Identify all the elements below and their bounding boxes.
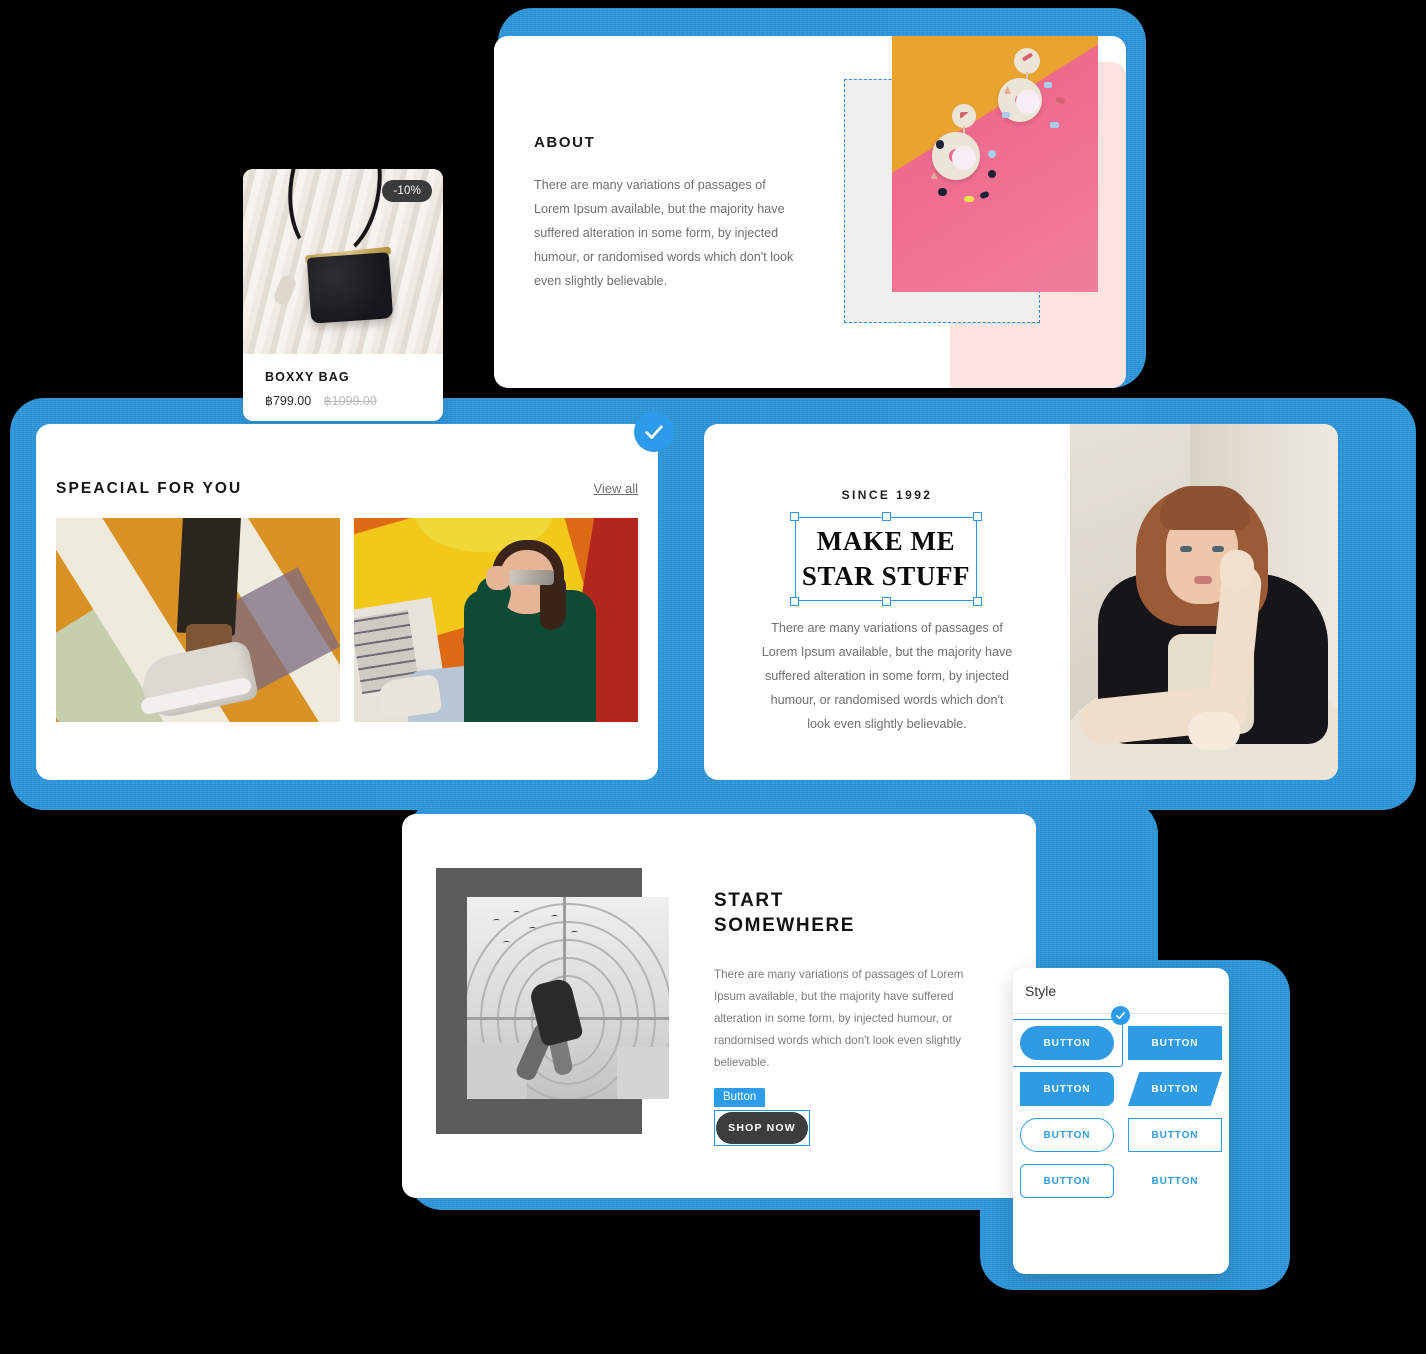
bird-icon bbox=[571, 931, 578, 934]
about-paragraph: There are many variations of passages of… bbox=[534, 178, 794, 288]
product-price: ฿799.00 bbox=[265, 394, 312, 408]
speck bbox=[1002, 112, 1010, 118]
start-title-line2: SOMEWHERE bbox=[714, 915, 856, 936]
star-text-column: SINCE 1992 MAKE ME STAR STUFF There are … bbox=[704, 424, 1070, 780]
special-card: SPEACIAL FOR YOU View all bbox=[36, 424, 658, 780]
earring-stud-bottom bbox=[952, 104, 976, 128]
start-paragraph: There are many variations of passages of… bbox=[714, 968, 964, 1069]
bag-body bbox=[306, 252, 394, 324]
star-title: MAKE ME STAR STUFF bbox=[795, 517, 977, 601]
style-swatch-label: BUTTON bbox=[1043, 1083, 1091, 1095]
star-paragraph: There are many variations of passages of… bbox=[761, 621, 1013, 731]
start-title: START SOMEWHERE bbox=[714, 888, 994, 938]
speck bbox=[938, 188, 947, 196]
style-swatch-outline-rect[interactable]: BUTTON bbox=[1128, 1118, 1222, 1152]
style-swatch-text-only[interactable]: BUTTON bbox=[1128, 1164, 1222, 1198]
composition-stage: ABOUT There are many variations of passa… bbox=[0, 0, 1426, 1354]
tunnel-wall bbox=[617, 1047, 669, 1099]
earring-pom-top bbox=[1016, 90, 1040, 114]
style-panel: Style BUTTON BUTTON BUTTON BUTTON BUTTON BUTT… bbox=[1013, 968, 1229, 1274]
style-swatch-filled-para[interactable]: BUTTON bbox=[1128, 1072, 1222, 1106]
resize-handle-top-right[interactable] bbox=[973, 512, 982, 521]
special-tile-model[interactable] bbox=[354, 518, 638, 722]
discount-badge: -10% bbox=[382, 180, 432, 202]
star-title-line1: MAKE ME bbox=[816, 526, 956, 556]
product-image: -10% bbox=[243, 169, 443, 354]
bag-charm bbox=[271, 273, 299, 307]
product-card[interactable]: -10% BOXXY BAG ฿799.00 ฿1099.00 bbox=[243, 169, 443, 421]
resize-handle-bottom-center[interactable] bbox=[881, 597, 891, 606]
earring-pom-bottom bbox=[952, 146, 976, 170]
style-swatch-label: BUTTON bbox=[1151, 1175, 1199, 1187]
product-price-original: ฿1099.00 bbox=[323, 394, 377, 408]
style-swatch-filled-slant[interactable]: BUTTON bbox=[1020, 1072, 1114, 1106]
style-swatch-label: BUTTON bbox=[1151, 1129, 1199, 1141]
shop-now-button[interactable]: SHOP NOW bbox=[716, 1112, 808, 1144]
special-image-grid bbox=[56, 518, 638, 722]
selected-check-badge[interactable] bbox=[634, 412, 674, 452]
style-swatch-outline-pill[interactable]: BUTTON bbox=[1020, 1118, 1114, 1152]
trouser-leg bbox=[176, 518, 242, 636]
star-title-line2: STAR STUFF bbox=[801, 561, 971, 591]
about-body: ABOUT There are many variations of passa… bbox=[534, 134, 794, 293]
special-tile-sneaker[interactable] bbox=[56, 518, 340, 722]
style-swatch-label: BUTTON bbox=[1043, 1037, 1091, 1049]
star-title-selection[interactable]: MAKE ME STAR STUFF bbox=[790, 512, 982, 606]
style-swatch-label: BUTTON bbox=[1043, 1175, 1091, 1187]
bird-icon bbox=[513, 911, 520, 914]
portrait-lips bbox=[1194, 576, 1212, 584]
start-somewhere-card: START SOMEWHERE There are many variation… bbox=[402, 814, 1036, 1198]
earrings-photo[interactable] bbox=[892, 36, 1098, 292]
bird-icon bbox=[493, 919, 500, 922]
resize-handle-bottom-right[interactable] bbox=[973, 597, 982, 606]
product-prices: ฿799.00 ฿1099.00 bbox=[265, 393, 421, 408]
about-heading: ABOUT bbox=[534, 134, 596, 151]
resize-handle-bottom-left[interactable] bbox=[790, 597, 799, 606]
product-info: BOXXY BAG ฿799.00 ฿1099.00 bbox=[243, 354, 443, 408]
style-swatch-outline-soft[interactable]: BUTTON bbox=[1020, 1164, 1114, 1198]
product-name: BOXXY BAG bbox=[265, 370, 350, 384]
about-artwork bbox=[844, 36, 1126, 388]
portrait-eye-right bbox=[1212, 546, 1224, 552]
bird-icon bbox=[529, 927, 536, 930]
portrait-hair-front bbox=[1160, 486, 1250, 530]
check-icon bbox=[645, 425, 663, 439]
view-all-link[interactable]: View all bbox=[593, 481, 638, 496]
style-swatch-label: BUTTON bbox=[1043, 1129, 1091, 1141]
model-hand bbox=[486, 566, 510, 590]
portrait-eye-left bbox=[1180, 546, 1192, 552]
bird-icon bbox=[503, 941, 510, 944]
speck bbox=[936, 140, 944, 149]
speck bbox=[988, 150, 996, 158]
earring-stud-top bbox=[1014, 48, 1040, 74]
start-title-line1: START bbox=[714, 890, 784, 911]
style-swatch-filled-rect[interactable]: BUTTON bbox=[1128, 1026, 1222, 1060]
speck bbox=[1050, 122, 1059, 128]
portrait-hand-lower bbox=[1188, 712, 1240, 750]
portrait-hand-upper bbox=[1220, 550, 1254, 590]
button-selection-outline[interactable]: SHOP NOW bbox=[714, 1110, 810, 1146]
style-swatch-filled-pill[interactable]: BUTTON bbox=[1013, 1006, 1130, 1067]
resize-handle-top-left[interactable] bbox=[790, 512, 799, 521]
tunnel-photo[interactable] bbox=[467, 897, 669, 1099]
about-card: ABOUT There are many variations of passa… bbox=[494, 36, 1126, 388]
style-swatch-label: BUTTON bbox=[1151, 1037, 1199, 1049]
special-header: SPEACIAL FOR YOU View all bbox=[56, 480, 638, 498]
resize-handle-top-center[interactable] bbox=[881, 512, 891, 521]
element-type-tag: Button bbox=[714, 1088, 766, 1107]
model-portrait-photo[interactable] bbox=[1070, 424, 1338, 780]
style-swatch-label: BUTTON bbox=[1151, 1083, 1199, 1095]
star-eyebrow: SINCE 1992 bbox=[841, 488, 933, 502]
special-title: SPEACIAL FOR YOU bbox=[56, 480, 243, 497]
button-style-grid: BUTTON BUTTON BUTTON BUTTON BUTTON BUTTON BUTT… bbox=[1013, 1006, 1229, 1198]
speck bbox=[1044, 82, 1052, 88]
speck bbox=[988, 170, 996, 178]
star-stuff-card: SINCE 1992 MAKE ME STAR STUFF There are … bbox=[704, 424, 1338, 780]
bird-icon bbox=[551, 915, 558, 918]
earrings-background bbox=[892, 36, 1098, 292]
style-panel-title: Style bbox=[1013, 968, 1229, 1014]
start-text-column: START SOMEWHERE There are many variation… bbox=[714, 888, 994, 1146]
speck bbox=[964, 196, 974, 202]
